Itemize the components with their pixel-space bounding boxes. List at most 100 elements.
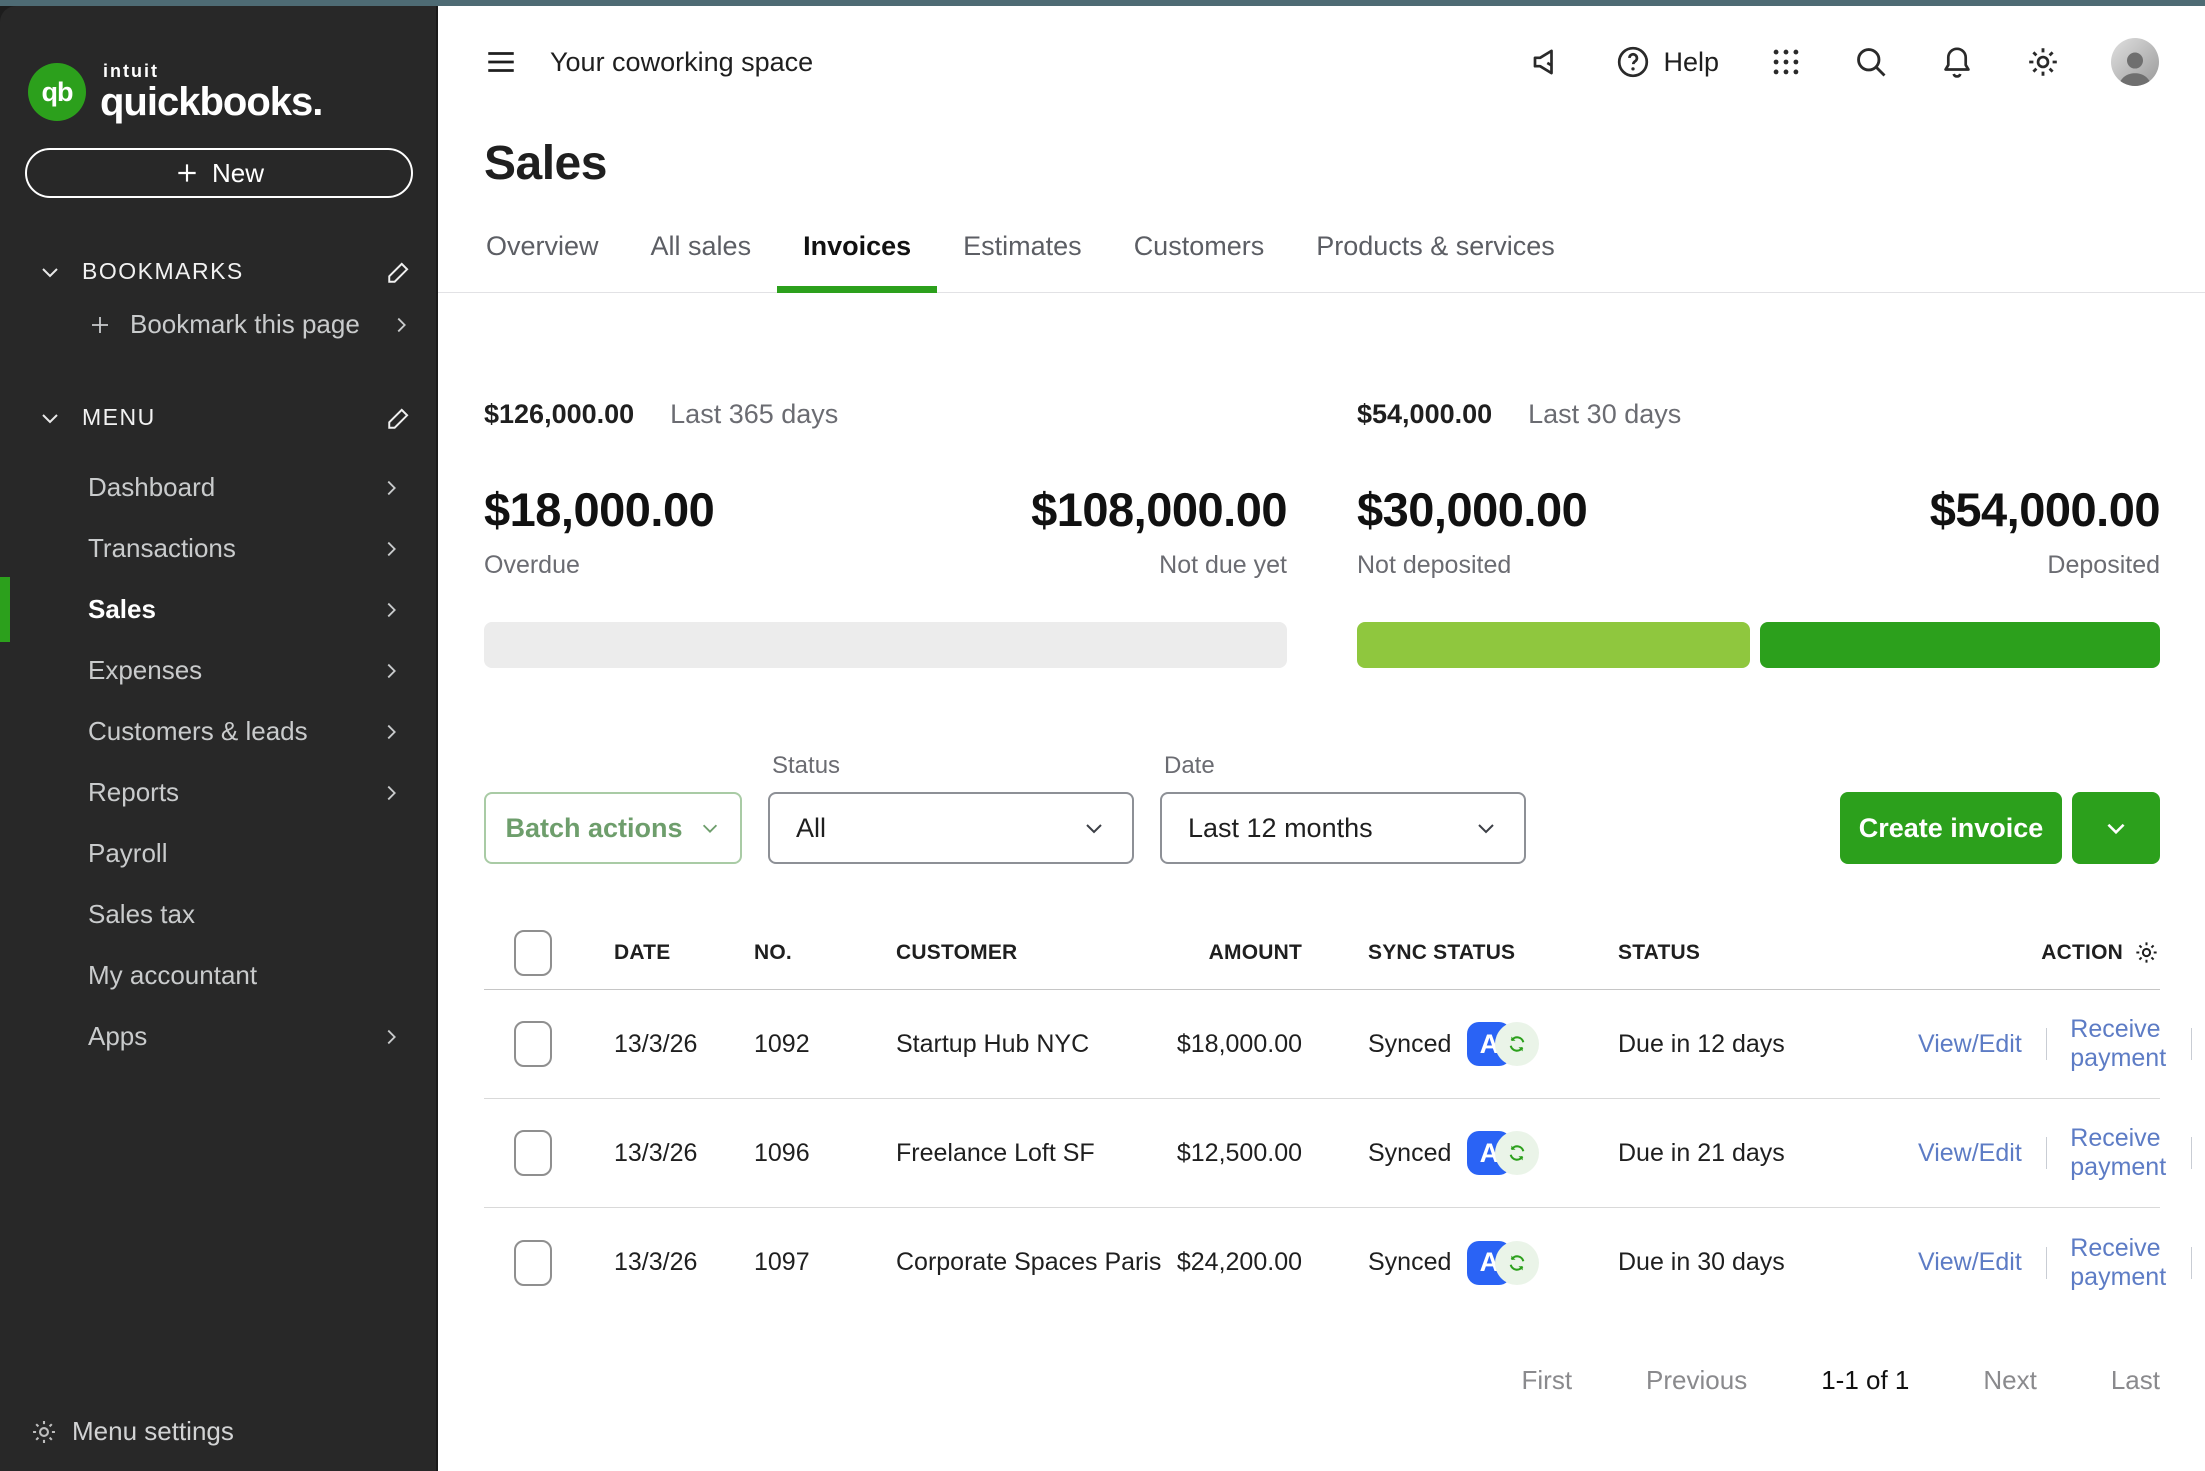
app-window: qb intuit quickbooks. New BOOKMARKS [0, 6, 2205, 1471]
sidebar-item-label: Sales [88, 594, 156, 625]
create-invoice-dropdown-button[interactable] [2072, 792, 2160, 864]
pagination-last[interactable]: Last [2111, 1365, 2160, 1396]
stats-section: $126,000.00 Last 365 days $18,000.00 $10… [484, 399, 2160, 668]
megaphone-icon[interactable] [1529, 44, 1565, 80]
date-filter: Date Last 12 months [1160, 752, 1526, 864]
col-header-date[interactable]: DATE [614, 941, 754, 965]
sidebar-item-label: Dashboard [88, 472, 215, 503]
new-button[interactable]: New [25, 148, 413, 198]
pagination-range: 1-1 of 1 [1821, 1365, 1909, 1396]
deposited-bar-segment[interactable] [1760, 622, 2160, 668]
menu-settings-label: Menu settings [72, 1416, 234, 1447]
table-settings-gear-icon[interactable] [2133, 939, 2160, 966]
tab-invoices[interactable]: Invoices [777, 231, 937, 293]
menu-section-header[interactable]: MENU [38, 404, 412, 431]
tab-estimates[interactable]: Estimates [937, 231, 1108, 292]
edit-bookmarks-icon[interactable] [386, 259, 412, 285]
row-checkbox[interactable] [514, 1021, 552, 1067]
sidebar-item-apps[interactable]: Apps [0, 1006, 438, 1067]
invoice-row-1092[interactable]: 13/3/26 1092 Startup Hub NYC $18,000.00 … [484, 990, 2160, 1099]
sidebar-item-dashboard[interactable]: Dashboard [0, 457, 438, 518]
sidebar-item-payroll[interactable]: Payroll [0, 823, 438, 884]
edit-menu-icon[interactable] [386, 405, 412, 431]
sidebar-item-sales[interactable]: Sales [0, 579, 438, 640]
sidebar-item-my-accountant[interactable]: My accountant [0, 945, 438, 1006]
not-deposited-bar-segment[interactable] [1357, 622, 1750, 668]
sidebar-item-reports[interactable]: Reports [0, 762, 438, 823]
help-button[interactable]: Help [1615, 44, 1719, 80]
cell-invoice-number: 1096 [754, 1139, 896, 1168]
bookmarks-section-header[interactable]: BOOKMARKS [38, 258, 412, 285]
hamburger-menu-icon[interactable] [484, 45, 518, 79]
col-header-status[interactable]: STATUS [1618, 941, 1918, 965]
cell-sync-status: Synced A [1302, 1131, 1618, 1175]
receivables-bar [484, 622, 1287, 668]
chevron-right-icon [390, 314, 412, 336]
cell-invoice-number: 1092 [754, 1030, 896, 1059]
select-all-checkbox[interactable] [514, 930, 552, 976]
create-invoice-button[interactable]: Create invoice [1840, 792, 2062, 864]
receivables-bar-segment[interactable] [484, 622, 1287, 668]
row-checkbox[interactable] [514, 1240, 552, 1286]
quickbooks-logo: qb intuit quickbooks. [28, 62, 438, 122]
action-separator [2046, 1028, 2047, 1060]
receive-payment-link[interactable]: Receive payment [2070, 1124, 2167, 1182]
sync-status-text: Synced [1368, 1139, 1451, 1168]
brand-wordmark: intuit quickbooks. [100, 62, 322, 122]
view-edit-link[interactable]: View/Edit [1918, 1030, 2022, 1059]
bell-icon[interactable] [1939, 44, 1975, 80]
pagination-previous[interactable]: Previous [1646, 1365, 1747, 1396]
pagination-next[interactable]: Next [1983, 1365, 2036, 1396]
chevron-right-icon [380, 721, 402, 743]
deposits-period: Last 30 days [1528, 399, 1681, 430]
gear-icon[interactable] [2025, 44, 2061, 80]
chevron-down-icon [2103, 815, 2129, 841]
action-separator [2046, 1137, 2047, 1169]
invoice-row-1097[interactable]: 13/3/26 1097 Corporate Spaces Paris $24,… [484, 1208, 2160, 1317]
overdue-amount: $18,000.00 [484, 482, 714, 537]
batch-actions-button[interactable]: Batch actions [484, 792, 742, 864]
deposits-stat-group: $54,000.00 Last 30 days $30,000.00 $54,0… [1357, 399, 2160, 668]
pagination: First Previous 1-1 of 1 Next Last [438, 1365, 2160, 1396]
invoice-row-1096[interactable]: 13/3/26 1096 Freelance Loft SF $12,500.0… [484, 1099, 2160, 1208]
receivables-stat-group: $126,000.00 Last 365 days $18,000.00 $10… [484, 399, 1287, 668]
col-header-customer[interactable]: CUSTOMER [896, 941, 1168, 965]
cell-date: 13/3/26 [614, 1139, 754, 1168]
col-header-action: ACTION [2041, 941, 2123, 965]
col-header-amount[interactable]: AMOUNT [1168, 941, 1302, 965]
apps-grid-icon[interactable] [1769, 45, 1803, 79]
chevron-right-icon [380, 1026, 402, 1048]
status-select[interactable]: All [768, 792, 1134, 864]
sidebar-item-customers-leads[interactable]: Customers & leads [0, 701, 438, 762]
cell-amount: $18,000.00 [1168, 1030, 1302, 1059]
sidebar-item-label: Apps [88, 1021, 147, 1052]
sync-refresh-icon [1495, 1022, 1539, 1066]
cell-action: View/Edit Receive payment [1918, 1015, 2205, 1073]
bookmark-this-page-label: Bookmark this page [130, 309, 360, 340]
sidebar-item-expenses[interactable]: Expenses [0, 640, 438, 701]
cell-customer: Freelance Loft SF [896, 1139, 1168, 1168]
col-header-no[interactable]: NO. [754, 941, 896, 965]
col-header-sync-status[interactable]: SYNC STATUS [1302, 941, 1618, 965]
tab-customers[interactable]: Customers [1108, 231, 1291, 292]
sidebar-item-label: Expenses [88, 655, 202, 686]
pagination-first[interactable]: First [1522, 1365, 1573, 1396]
row-checkbox[interactable] [514, 1130, 552, 1176]
tab-products-services[interactable]: Products & services [1290, 231, 1581, 292]
search-icon[interactable] [1853, 44, 1889, 80]
receive-payment-link[interactable]: Receive payment [2070, 1015, 2167, 1073]
sidebar-item-label: Sales tax [88, 899, 195, 930]
tab-overview[interactable]: Overview [460, 231, 625, 292]
tab-all-sales[interactable]: All sales [625, 231, 778, 292]
sidebar-item-transactions[interactable]: Transactions [0, 518, 438, 579]
view-edit-link[interactable]: View/Edit [1918, 1139, 2022, 1168]
menu-settings-button[interactable]: Menu settings [0, 1416, 438, 1471]
sidebar-item-sales-tax[interactable]: Sales tax [0, 884, 438, 945]
avatar[interactable] [2111, 38, 2159, 86]
chevron-right-icon [380, 477, 402, 499]
date-select[interactable]: Last 12 months [1160, 792, 1526, 864]
receive-payment-link[interactable]: Receive payment [2070, 1234, 2167, 1292]
bookmark-this-page[interactable]: Bookmark this page [88, 309, 412, 340]
cell-status: Due in 21 days [1618, 1139, 1918, 1168]
view-edit-link[interactable]: View/Edit [1918, 1248, 2022, 1277]
